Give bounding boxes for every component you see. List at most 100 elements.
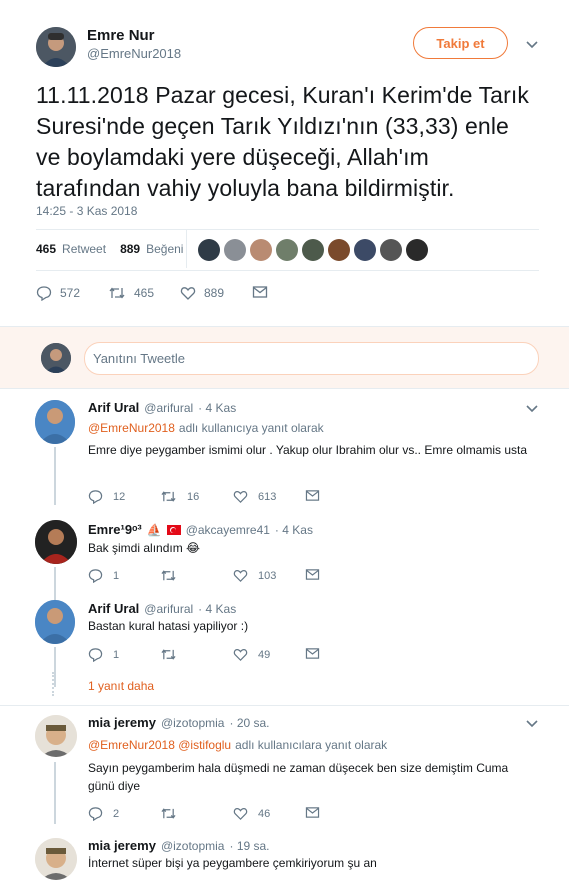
thread-dots: [52, 672, 56, 696]
reply-time[interactable]: · 19 sa.: [229, 839, 269, 853]
author-handle[interactable]: @EmreNur2018: [87, 46, 181, 61]
reply-time[interactable]: · 4 Kas: [198, 602, 236, 616]
reply-author-handle[interactable]: @akcayemre41: [186, 523, 270, 537]
reply-action[interactable]: 1: [88, 647, 119, 662]
reply-count: 1: [113, 569, 120, 582]
like-count: 613: [258, 490, 277, 503]
reply-header: mia jeremy @izotopmia · 20 sa.: [88, 715, 270, 730]
tweet-stats: 465 Retweet 889 Beğeni: [36, 242, 183, 256]
retweet-icon: [161, 808, 176, 819]
avatar[interactable]: [35, 400, 75, 444]
liker-avatar[interactable]: [380, 239, 402, 261]
like-action[interactable]: 103: [233, 568, 276, 583]
liker-avatar[interactable]: [224, 239, 246, 261]
liker-avatar[interactable]: [302, 239, 324, 261]
reply-header: Emre¹9ᵒ³ ⛵ @akcayemre41 · 4 Kas: [88, 522, 313, 537]
chevron-down-icon[interactable]: [525, 719, 539, 729]
show-more-replies-link[interactable]: 1 yanıt daha: [88, 679, 154, 693]
reply-to-handle[interactable]: @EmreNur2018: [88, 421, 175, 435]
like-action[interactable]: 613: [233, 489, 276, 504]
retweet-count: 16: [187, 490, 200, 503]
heart-icon: [233, 808, 248, 820]
reply-author-handle[interactable]: @izotopmia: [161, 716, 225, 730]
envelope-icon: [252, 286, 268, 298]
retweet-action[interactable]: [160, 647, 187, 662]
reply-text: İnternet süper bişi ya peygambere çemkir…: [88, 856, 377, 870]
like-count: 103: [258, 569, 277, 582]
reply-author-name[interactable]: mia jeremy: [88, 838, 156, 853]
message-action[interactable]: [305, 806, 330, 819]
tweet-text: 11.11.2018 Pazar gecesi, Kuran'ı Kerim'd…: [36, 82, 529, 201]
avatar[interactable]: [35, 715, 77, 757]
avatar[interactable]: [35, 838, 77, 880]
heart-icon: [180, 287, 196, 300]
reply-action[interactable]: 2: [88, 806, 119, 821]
like-count[interactable]: 889: [120, 242, 140, 256]
avatar[interactable]: [35, 600, 75, 644]
reply-text: Sayın peygamberim hala düşmedi ne zaman …: [88, 761, 509, 793]
message-action[interactable]: [305, 489, 330, 502]
envelope-icon: [305, 807, 320, 818]
retweet-action[interactable]: [160, 568, 187, 583]
reply-action[interactable]: 1: [88, 568, 119, 583]
reply-time[interactable]: · 4 Kas: [198, 401, 236, 415]
reply-time[interactable]: · 4 Kas: [275, 523, 313, 537]
reply-author-name[interactable]: Arif Ural: [88, 601, 139, 616]
reply-to-handle[interactable]: @EmreNur2018 @istifoglu: [88, 738, 231, 752]
liker-avatar[interactable]: [328, 239, 350, 261]
reply-input[interactable]: Yanıtını Tweetle: [84, 342, 539, 375]
reply-count: 572: [60, 286, 81, 300]
reply-text: Emre diye peygamber ismimi olur . Yakup …: [88, 443, 528, 457]
liker-avatar[interactable]: [276, 239, 298, 261]
liker-avatar[interactable]: [198, 239, 220, 261]
reply-to-suffix: adlı kullanıcıya yanıt olarak: [178, 421, 324, 435]
avatar[interactable]: [35, 520, 77, 564]
reply-author-name[interactable]: Emre¹9ᵒ³: [88, 522, 142, 537]
follow-button[interactable]: Takip et: [413, 27, 508, 59]
like-label[interactable]: Beğeni: [146, 242, 183, 256]
reply-author-handle[interactable]: @arifural: [144, 401, 193, 415]
retweet-count[interactable]: 465: [36, 242, 56, 256]
reply-icon: [88, 569, 103, 583]
liker-avatar[interactable]: [354, 239, 376, 261]
liker-avatar[interactable]: [250, 239, 272, 261]
reply-header: mia jeremy @izotopmia · 19 sa.: [88, 838, 270, 853]
like-action-count: 889: [204, 286, 225, 300]
retweet-action[interactable]: 465: [108, 285, 154, 301]
like-count: 49: [258, 648, 271, 661]
chevron-down-icon[interactable]: [525, 40, 539, 50]
retweet-action[interactable]: 16: [160, 489, 199, 504]
message-action[interactable]: [252, 285, 276, 299]
liker-avatar[interactable]: [406, 239, 428, 261]
anchor-icon: ⛵: [146, 523, 162, 537]
reply-text: Bak şimdi alındım 😂: [88, 541, 201, 555]
reply-icon: [88, 490, 103, 504]
reply-author-handle[interactable]: @izotopmia: [161, 839, 225, 853]
author-name[interactable]: Emre Nur: [87, 27, 155, 44]
reply-author-handle[interactable]: @arifural: [144, 602, 193, 616]
like-action[interactable]: 46: [233, 806, 270, 821]
tweet-timestamp[interactable]: 14:25 - 3 Kas 2018: [36, 204, 137, 218]
heart-icon: [233, 491, 248, 503]
like-action[interactable]: 49: [233, 647, 270, 662]
chevron-down-icon[interactable]: [525, 404, 539, 414]
retweet-label[interactable]: Retweet: [62, 242, 106, 256]
reply-time[interactable]: · 20 sa.: [229, 716, 269, 730]
message-action[interactable]: [305, 647, 330, 660]
message-action[interactable]: [305, 568, 330, 581]
reply-count: 12: [113, 490, 126, 503]
reply-action[interactable]: 12: [88, 489, 125, 504]
envelope-icon: [305, 648, 320, 659]
reply-text: Bastan kural hatasi yapiliyor :): [88, 619, 249, 633]
reply-icon: [88, 807, 103, 821]
author-avatar[interactable]: [36, 27, 76, 67]
retweet-icon: [161, 491, 176, 502]
reply-author-name[interactable]: mia jeremy: [88, 715, 156, 730]
reply-action[interactable]: 572: [36, 285, 80, 301]
retweet-icon: [161, 649, 176, 660]
reply-author-name[interactable]: Arif Ural: [88, 400, 139, 415]
reply-icon: [88, 648, 103, 662]
like-action[interactable]: 889: [180, 285, 224, 301]
retweet-icon: [109, 287, 125, 299]
retweet-action[interactable]: [160, 806, 187, 821]
